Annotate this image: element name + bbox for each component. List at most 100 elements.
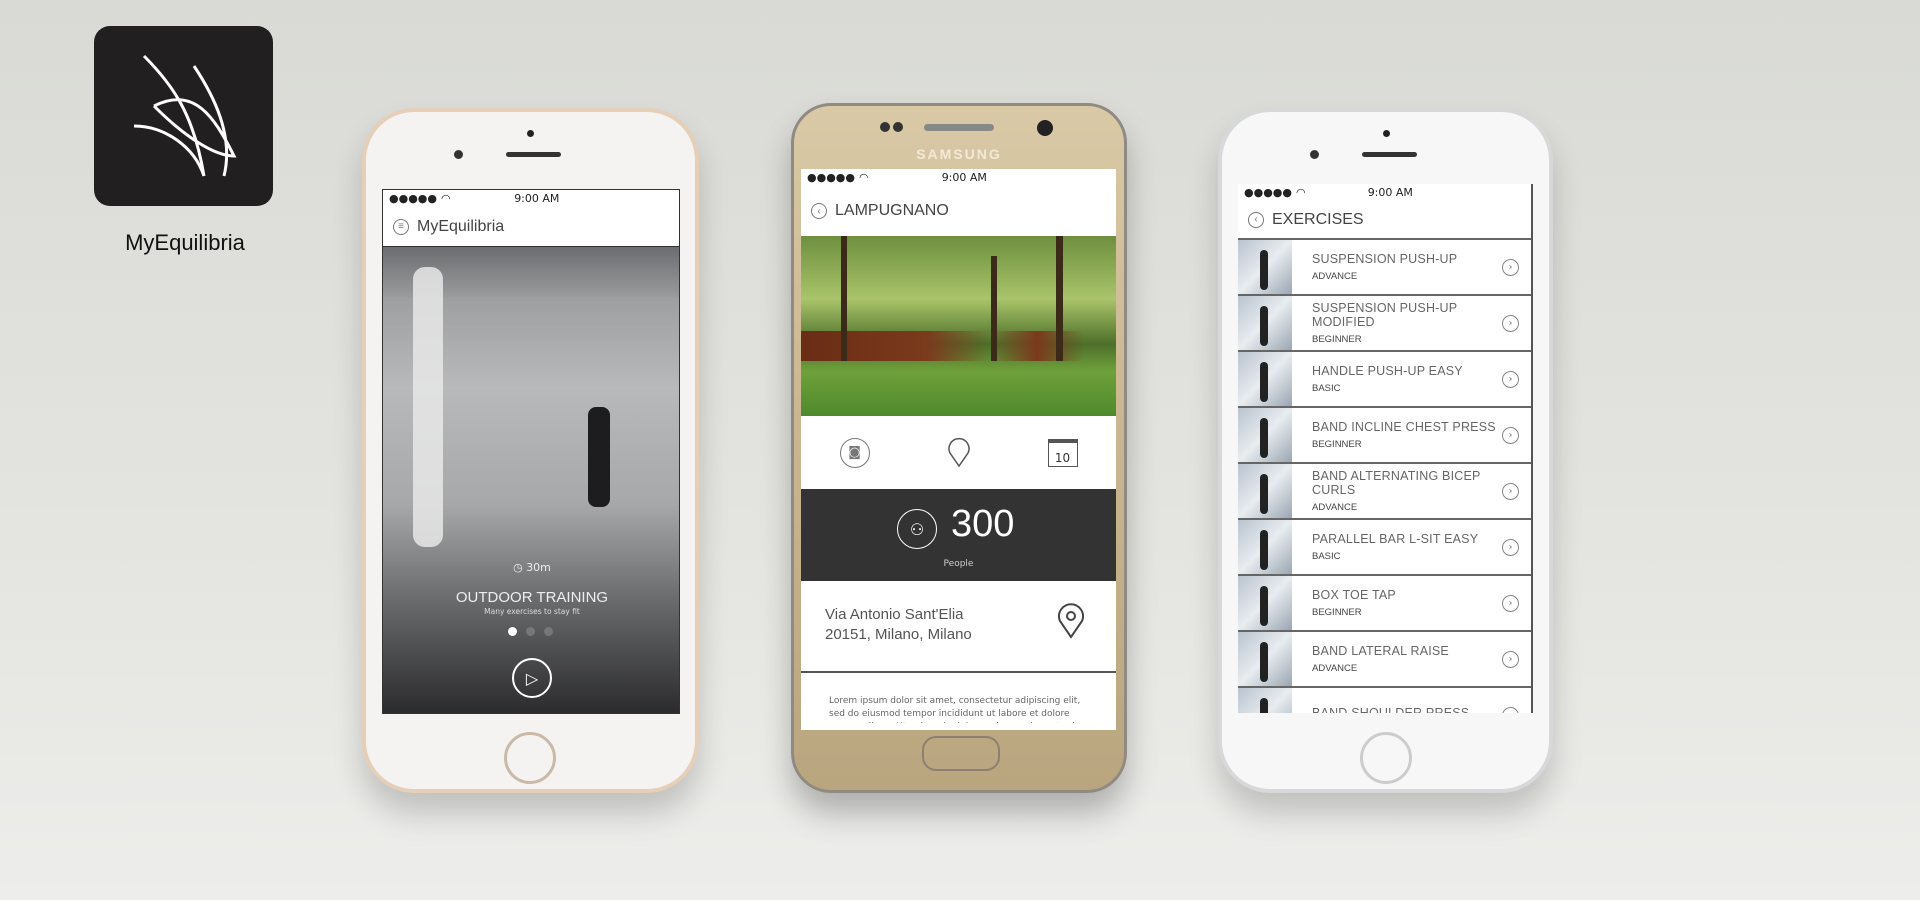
exercise-thumbnail xyxy=(1238,408,1292,462)
app-logo xyxy=(94,26,273,206)
chevron-right-icon[interactable]: › xyxy=(1502,314,1519,332)
exercise-row[interactable]: BAND SHOULDER PRESS › xyxy=(1238,688,1531,713)
screen-exercises: ●●●●● ◠ 9:00 AM ‹ EXERCISES SUSPENSION PUS… xyxy=(1238,184,1533,713)
exercise-thumbnail xyxy=(1238,464,1292,518)
description-text: Lorem ipsum dolor sit amet, consectetur … xyxy=(829,696,1081,723)
wifi-icon: ◠ xyxy=(1296,186,1306,199)
signal-icon: ●●●●● xyxy=(807,171,855,184)
chevron-right-icon[interactable]: › xyxy=(1502,258,1519,276)
exercise-row[interactable]: HANDLE PUSH-UP EASY BASIC › xyxy=(1238,352,1531,408)
screen-home: ●●●●● ◠ 9:00 AM ≡ MyEquilibria ◷ 30m OUTDO… xyxy=(382,189,680,714)
exercise-row[interactable]: BAND ALTERNATING BICEP CURLS ADVANCE › xyxy=(1238,464,1531,520)
exercise-name: HANDLE PUSH-UP EASY xyxy=(1312,364,1463,378)
dot[interactable] xyxy=(544,627,553,636)
header-title: LAMPUGNANO xyxy=(835,202,949,219)
calendar-icon[interactable]: 10 xyxy=(1047,438,1078,467)
exercise-row[interactable]: BAND INCLINE CHEST PRESS BEGINNER › xyxy=(1238,408,1531,464)
exercise-thumbnail xyxy=(1238,240,1292,294)
chevron-right-icon[interactable]: › xyxy=(1502,482,1519,500)
app-header: ‹ EXERCISES xyxy=(1238,201,1531,240)
wifi-icon: ◠ xyxy=(441,192,451,205)
chevron-right-icon[interactable]: › xyxy=(1502,538,1519,556)
home-button[interactable] xyxy=(504,732,556,784)
people-icon: ⚇ xyxy=(897,509,937,549)
location-pin-icon[interactable] xyxy=(947,437,971,468)
status-time: 9:00 AM xyxy=(1367,186,1413,199)
back-icon[interactable]: ‹ xyxy=(811,203,827,219)
hero-title: OUTDOOR TRAINING xyxy=(455,589,609,606)
exercise-row[interactable]: BOX TOE TAP BEGINNER › xyxy=(1238,576,1531,632)
chevron-right-icon[interactable]: › xyxy=(1502,370,1519,388)
exercise-level: ADVANCE xyxy=(1312,502,1358,513)
dot-active[interactable] xyxy=(508,627,517,636)
exercise-thumbnail xyxy=(1238,632,1292,686)
dot[interactable] xyxy=(526,627,535,636)
people-count: 300 xyxy=(951,503,1015,545)
signal-icon: ●●●●● xyxy=(1244,186,1292,199)
exercise-level: BEGINNER xyxy=(1312,607,1362,618)
status-bar: ●●●●● ◠ 9:00 AM xyxy=(1238,184,1531,201)
status-time: 9:00 AM xyxy=(514,192,560,205)
address-line2: 20151, Milano, Milano xyxy=(825,626,972,643)
chevron-right-icon[interactable]: › xyxy=(1502,594,1519,612)
camera-icon[interactable]: ◙ xyxy=(839,437,870,468)
hero-subtitle: Many exercises to stay fit xyxy=(484,607,580,616)
exercise-thumbnail xyxy=(1238,520,1292,574)
wifi-icon: ◠ xyxy=(859,171,869,184)
chevron-right-icon[interactable]: › xyxy=(1502,706,1519,713)
people-count-banner: ⚇ 300 People xyxy=(801,489,1116,581)
back-icon[interactable]: ‹ xyxy=(1248,211,1264,228)
status-bar: ●●●●● ◠ 9:00 AM xyxy=(801,169,1116,186)
exercise-thumbnail xyxy=(1238,296,1292,350)
exercise-row[interactable]: BAND LATERAL RAISE ADVANCE › xyxy=(1238,632,1531,688)
exercise-thumbnail xyxy=(1238,576,1292,630)
butterfly-logo-icon xyxy=(133,54,237,177)
address-line1: Via Antonio Sant'Elia xyxy=(825,606,964,623)
exercise-thumbnail xyxy=(1238,688,1292,713)
home-button[interactable] xyxy=(922,736,1000,771)
exercise-level: ADVANCE xyxy=(1312,271,1358,282)
exercise-row[interactable]: SUSPENSION PUSH-UP MODIFIED BEGINNER › xyxy=(1238,296,1531,352)
status-bar: ●●●●● ◠ 9:00 AM xyxy=(383,190,679,207)
header-title: MyEquilibria xyxy=(417,217,505,235)
exercise-level: BASIC xyxy=(1312,383,1341,394)
screen-location: ●●●●● ◠ 9:00 AM ‹ LAMPUGNANO ◙ 10 ⚇ 300 Pe… xyxy=(801,169,1116,730)
app-header: ‹ LAMPUGNANO xyxy=(801,186,1116,236)
duration: ◷ 30m xyxy=(513,561,551,574)
exercise-name: BOX TOE TAP xyxy=(1312,588,1396,602)
people-label: People xyxy=(943,559,974,569)
chevron-right-icon[interactable]: › xyxy=(1502,650,1519,668)
exercise-name: SUSPENSION PUSH-UP MODIFIED xyxy=(1312,301,1458,329)
park-photo xyxy=(801,236,1116,416)
home-button[interactable] xyxy=(1360,732,1412,784)
carousel-dots[interactable] xyxy=(508,627,553,636)
exercise-level: BASIC xyxy=(1312,551,1341,562)
exercise-name: BAND LATERAL RAISE xyxy=(1312,644,1449,658)
hero-image: ◷ 30m OUTDOOR TRAINING Many exercises to… xyxy=(383,247,679,713)
exercise-name: BAND ALTERNATING BICEP CURLS xyxy=(1312,469,1481,497)
exercise-list: SUSPENSION PUSH-UP ADVANCE › SUSPENSION PUS… xyxy=(1238,240,1531,713)
exercise-name: SUSPENSION PUSH-UP xyxy=(1312,252,1458,266)
chevron-right-icon[interactable]: › xyxy=(1502,426,1519,444)
address-section: Via Antonio Sant'Elia 20151, Milano, Mil… xyxy=(801,581,1116,673)
device-brand: SAMSUNG xyxy=(916,146,1002,162)
exercise-row[interactable]: PARALLEL BAR L-SIT EASY BASIC › xyxy=(1238,520,1531,576)
exercise-row[interactable]: SUSPENSION PUSH-UP ADVANCE › xyxy=(1238,240,1531,296)
app-header: ≡ MyEquilibria xyxy=(383,207,679,247)
location-pin-icon[interactable] xyxy=(1056,603,1086,639)
exercise-level: BEGINNER xyxy=(1312,334,1362,345)
exercise-name: BAND SHOULDER PRESS xyxy=(1312,705,1470,714)
status-time: 9:00 AM xyxy=(941,171,987,184)
athlete-figure xyxy=(588,407,610,507)
brand-name: MyEquilibria xyxy=(125,230,245,255)
exercise-name: PARALLEL BAR L-SIT EASY xyxy=(1312,532,1479,546)
exercise-level: BEGINNER xyxy=(1312,439,1362,450)
timer-icon: ◷ xyxy=(513,561,527,574)
header-title: EXERCISES xyxy=(1272,210,1364,228)
exercise-level: ADVANCE xyxy=(1312,663,1358,674)
exercise-name: BAND INCLINE CHEST PRESS xyxy=(1312,420,1496,434)
menu-icon[interactable]: ≡ xyxy=(393,218,409,235)
action-icons: ◙ 10 xyxy=(801,416,1116,489)
play-button[interactable]: ▷ xyxy=(512,658,552,698)
signal-icon: ●●●●● xyxy=(389,192,437,205)
